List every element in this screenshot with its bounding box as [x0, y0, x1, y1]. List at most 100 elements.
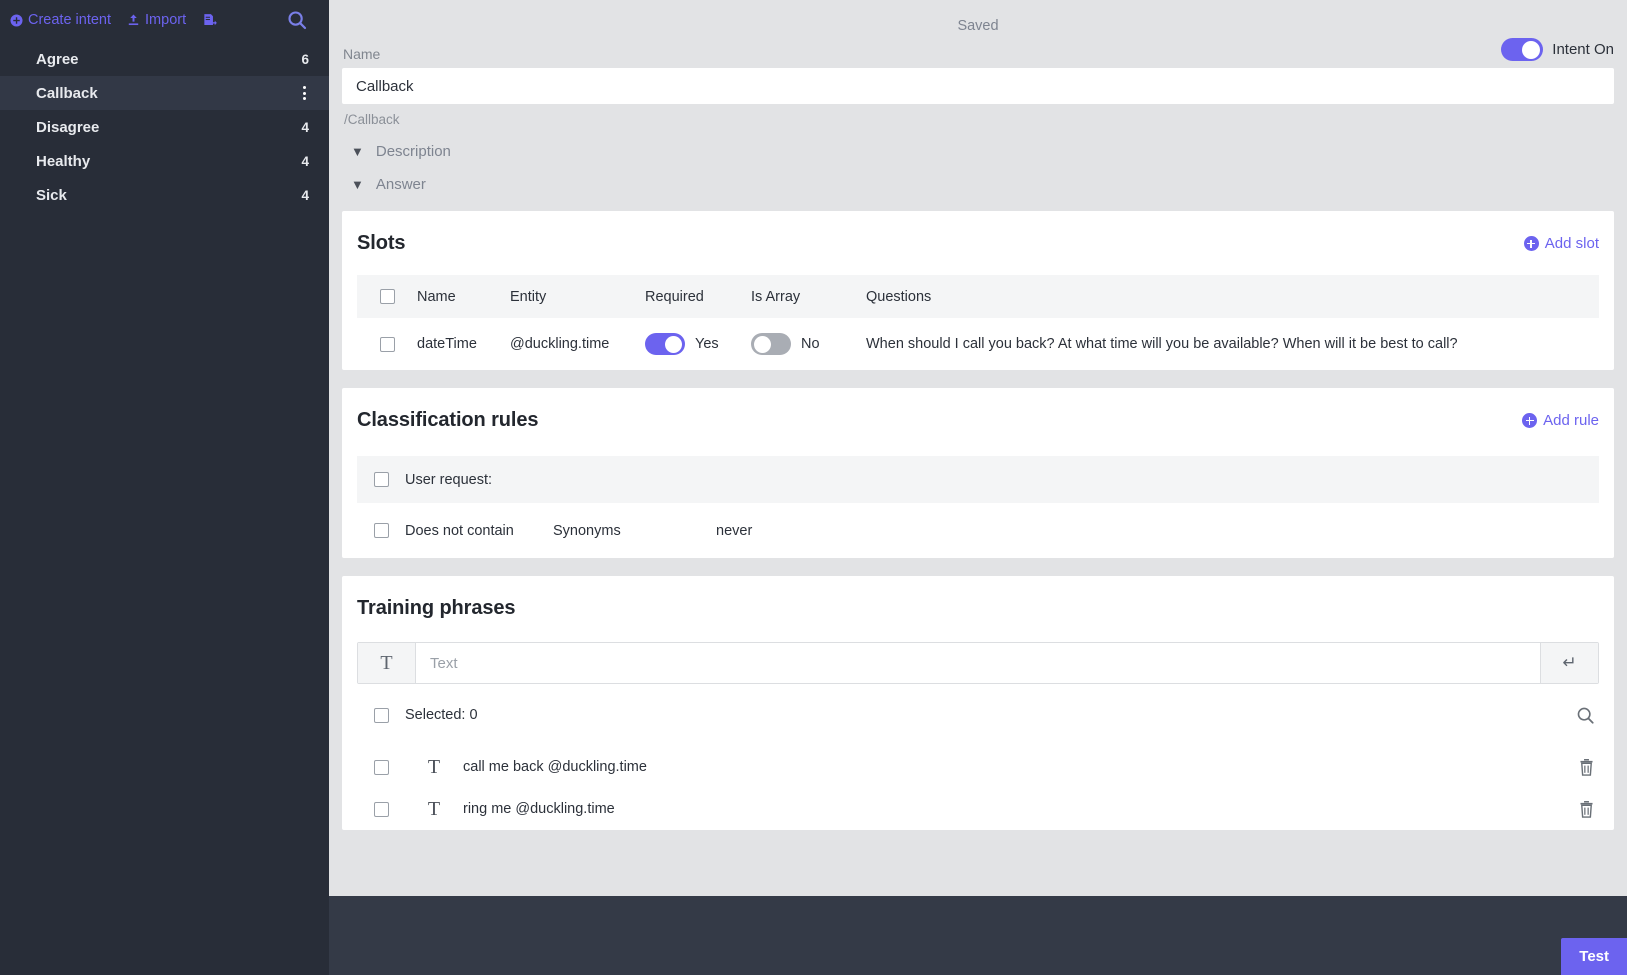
enter-key-icon[interactable]: ↵	[1540, 643, 1598, 683]
file-export-icon	[202, 13, 217, 28]
description-label: Description	[375, 143, 451, 160]
sidebar-item-count: 4	[301, 119, 309, 135]
table-row[interactable]: dateTime @duckling.time Yes No When shou…	[357, 318, 1599, 370]
create-intent-label: Create intent	[28, 12, 112, 28]
sidebar-item-label: Agree	[36, 50, 79, 68]
sidebar-item-label: Sick	[36, 186, 67, 204]
create-intent-button[interactable]: Create intent	[10, 12, 111, 28]
sidebar-search-button[interactable]	[287, 10, 307, 30]
trash-icon	[1578, 800, 1595, 823]
search-icon	[1576, 707, 1595, 729]
list-item[interactable]: T call me back @duckling.time	[357, 746, 1599, 788]
sidebar-item-sick[interactable]: Sick 4	[0, 178, 329, 212]
column-header-is-array: Is Array	[751, 288, 801, 305]
add-slot-button[interactable]: Add slot	[1523, 235, 1599, 252]
training-phrases-header: Training phrases	[357, 594, 1599, 620]
select-all-phrases-checkbox[interactable]	[373, 707, 389, 723]
answer-collapser[interactable]: ▼ Answer	[342, 176, 1614, 193]
selected-count-label: Selected: 0	[405, 707, 478, 723]
select-all-slots-checkbox[interactable]	[379, 289, 395, 304]
sidebar-item-healthy[interactable]: Healthy 4	[0, 144, 329, 178]
rule-operator: Does not contain	[405, 522, 514, 539]
plus-circle-icon	[1523, 236, 1539, 251]
sidebar: Create intent Import Agree 6 Callback Di…	[0, 0, 329, 975]
text-format-icon: T	[427, 756, 441, 778]
column-header-name: Name	[417, 288, 456, 305]
sidebar-item-count: 6	[301, 51, 309, 67]
chevron-down-icon: ▼	[351, 144, 364, 159]
slot-is-array-toggle[interactable]	[751, 333, 791, 355]
upload-icon	[127, 13, 140, 27]
row-select-checkbox[interactable]	[373, 801, 389, 817]
row-select-checkbox[interactable]	[379, 336, 395, 352]
answer-label: Answer	[375, 176, 426, 193]
slot-entity: @duckling.time	[510, 336, 610, 352]
slots-card-header: Slots Add slot	[357, 229, 1599, 255]
trash-icon	[1578, 758, 1595, 781]
sidebar-item-count: 4	[301, 187, 309, 203]
table-row[interactable]: Does not contain Synonyms never	[357, 503, 1599, 558]
intent-toggle-label: Intent On	[1552, 41, 1614, 58]
add-rule-label: Add rule	[1543, 412, 1599, 429]
chevron-down-icon: ▼	[351, 177, 364, 192]
training-phrase-text: ring me @duckling.time	[463, 801, 615, 817]
slots-table: Name Entity Required Is Array Questions …	[357, 275, 1599, 370]
row-select-checkbox[interactable]	[373, 523, 389, 538]
sidebar-item-menu-icon[interactable]	[300, 82, 309, 104]
row-select-checkbox[interactable]	[373, 759, 389, 775]
intent-toggle[interactable]: Intent On	[1501, 38, 1614, 61]
classification-rules-title: Classification rules	[357, 409, 539, 431]
training-phrases-card: Training phrases T ↵ Selected: 0	[342, 576, 1614, 830]
plus-circle-icon	[1522, 413, 1538, 428]
slot-required-toggle[interactable]	[645, 333, 685, 355]
slot-is-array-label: No	[801, 336, 820, 352]
training-phrases-title: Training phrases	[357, 597, 516, 619]
description-collapser[interactable]: ▼ Description	[342, 143, 1614, 160]
rule-value: never	[716, 522, 753, 539]
footer-bar: Test	[329, 896, 1627, 975]
add-rule-button[interactable]: Add rule	[1522, 412, 1599, 429]
delete-phrase-button[interactable]	[1574, 796, 1599, 823]
delete-phrase-button[interactable]	[1574, 754, 1599, 781]
training-phrase-text: call me back @duckling.time	[463, 759, 647, 775]
slots-title: Slots	[357, 232, 406, 254]
import-label: Import	[145, 12, 187, 28]
sidebar-item-count: 4	[301, 153, 309, 169]
sidebar-item-label: Disagree	[36, 118, 100, 136]
test-button[interactable]: Test	[1561, 938, 1627, 975]
classification-rules-card: Classification rules Add rule User reque…	[342, 388, 1614, 558]
text-format-icon: T	[427, 798, 441, 820]
sidebar-toolbar: Create intent Import	[0, 0, 329, 40]
app-root: Create intent Import Agree 6 Callback Di…	[0, 0, 1627, 975]
classification-rules-header: Classification rules Add rule	[357, 406, 1599, 432]
column-header-required: Required	[645, 288, 704, 305]
rule-group-label: User request:	[405, 471, 493, 488]
sidebar-item-agree[interactable]: Agree 6	[0, 42, 329, 76]
list-item[interactable]: T ring me @duckling.time	[357, 788, 1599, 830]
column-header-entity: Entity	[510, 288, 547, 305]
name-row: Name Intent On	[342, 38, 1614, 68]
search-icon	[287, 11, 307, 34]
intent-name-input[interactable]	[342, 68, 1614, 104]
slots-table-header: Name Entity Required Is Array Questions	[357, 275, 1599, 318]
sidebar-item-label: Healthy	[36, 152, 91, 170]
training-phrases-selection-row: Selected: 0	[357, 684, 1599, 746]
text-format-icon[interactable]: T	[358, 643, 416, 683]
search-phrases-button[interactable]	[1572, 702, 1599, 729]
sidebar-item-label: Callback	[36, 84, 98, 102]
sidebar-item-callback[interactable]: Callback	[0, 76, 329, 110]
intent-list: Agree 6 Callback Disagree 4 Healthy 4 Si…	[0, 42, 329, 212]
column-header-questions: Questions	[866, 288, 932, 305]
file-export-button[interactable]	[202, 13, 217, 28]
select-all-rules-checkbox[interactable]	[373, 472, 389, 487]
main-panel: Saved Name Intent On /Callback ▼ Descrip…	[329, 0, 1627, 975]
save-status: Saved	[957, 18, 999, 34]
slot-name: dateTime	[417, 336, 477, 352]
import-button[interactable]: Import	[127, 12, 186, 28]
name-field-label: Name	[343, 46, 381, 62]
intent-toggle-switch[interactable]	[1501, 38, 1544, 61]
sidebar-item-disagree[interactable]: Disagree 4	[0, 110, 329, 144]
rule-type: Synonyms	[553, 522, 621, 539]
training-phrase-input[interactable]	[416, 643, 1540, 683]
slot-required-label: Yes	[695, 336, 719, 352]
